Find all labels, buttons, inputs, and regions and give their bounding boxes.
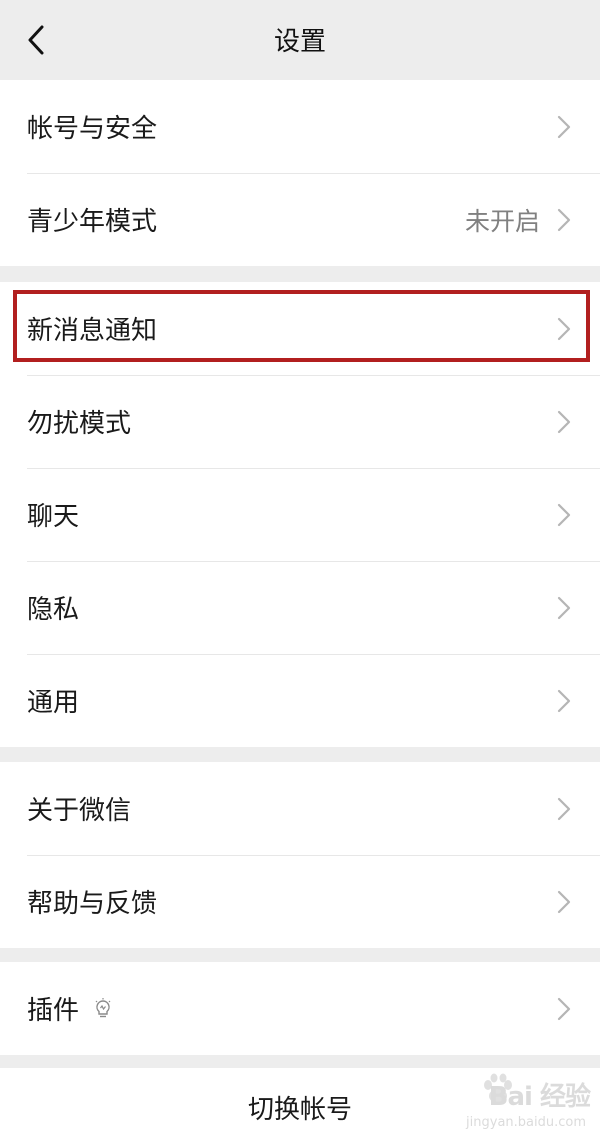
settings-item-label-wrap: 插件 (27, 990, 556, 1027)
settings-item-new-message-notification[interactable]: 新消息通知 (0, 282, 600, 375)
settings-item-label: 帮助与反馈 (27, 889, 158, 919)
watermark-url: jingyan.baidu.com (466, 1115, 586, 1130)
page-title: 设置 (273, 27, 326, 57)
settings-item-label: 帐号与安全 (27, 114, 158, 144)
settings-item-about-wechat[interactable]: 关于微信 (0, 762, 600, 855)
settings-item-chat[interactable]: 聊天 (0, 468, 600, 561)
settings-group-plugins: 插件 (0, 962, 600, 1055)
watermark-brand: Bai 经验 (488, 1082, 591, 1112)
settings-item-value: 未开启 (464, 206, 540, 236)
settings-item-account-security[interactable]: 帐号与安全 (0, 80, 600, 173)
chevron-right-icon (556, 409, 572, 435)
chevron-right-icon (556, 688, 572, 714)
baidu-jingyan-watermark: Bai 经验 jingyan.baidu.com (454, 1070, 594, 1134)
settings-item-label: 新消息通知 (27, 316, 158, 346)
settings-group-general: 新消息通知 勿扰模式 聊天 隐私 通用 (0, 282, 600, 747)
settings-item-general[interactable]: 通用 (0, 654, 600, 747)
settings-item-label: 关于微信 (27, 796, 132, 826)
settings-item-do-not-disturb[interactable]: 勿扰模式 (0, 375, 600, 468)
chevron-right-icon (556, 996, 572, 1022)
settings-item-label: 勿扰模式 (27, 409, 132, 439)
settings-group-about: 关于微信 帮助与反馈 (0, 762, 600, 948)
settings-item-label: 隐私 (27, 595, 80, 625)
nav-header: 设置 (0, 0, 600, 80)
settings-item-plugins[interactable]: 插件 (0, 962, 600, 1055)
settings-item-youth-mode[interactable]: 青少年模式 未开启 (0, 173, 600, 266)
chevron-right-icon (556, 316, 572, 342)
settings-item-privacy[interactable]: 隐私 (0, 561, 600, 654)
chevron-right-icon (556, 207, 572, 233)
settings-item-label: 通用 (27, 688, 80, 718)
lightbulb-icon (93, 997, 113, 1020)
chevron-right-icon (556, 595, 572, 621)
chevron-right-icon (556, 502, 572, 528)
chevron-right-icon (556, 889, 572, 915)
settings-item-help-feedback[interactable]: 帮助与反馈 (0, 855, 600, 948)
settings-item-label: 聊天 (27, 502, 80, 532)
settings-item-label: 青少年模式 (27, 207, 158, 237)
settings-item-label: 插件 (27, 996, 80, 1026)
chevron-right-icon (556, 114, 572, 140)
chevron-right-icon (556, 796, 572, 822)
settings-group-account: 帐号与安全 青少年模式 未开启 (0, 80, 600, 266)
